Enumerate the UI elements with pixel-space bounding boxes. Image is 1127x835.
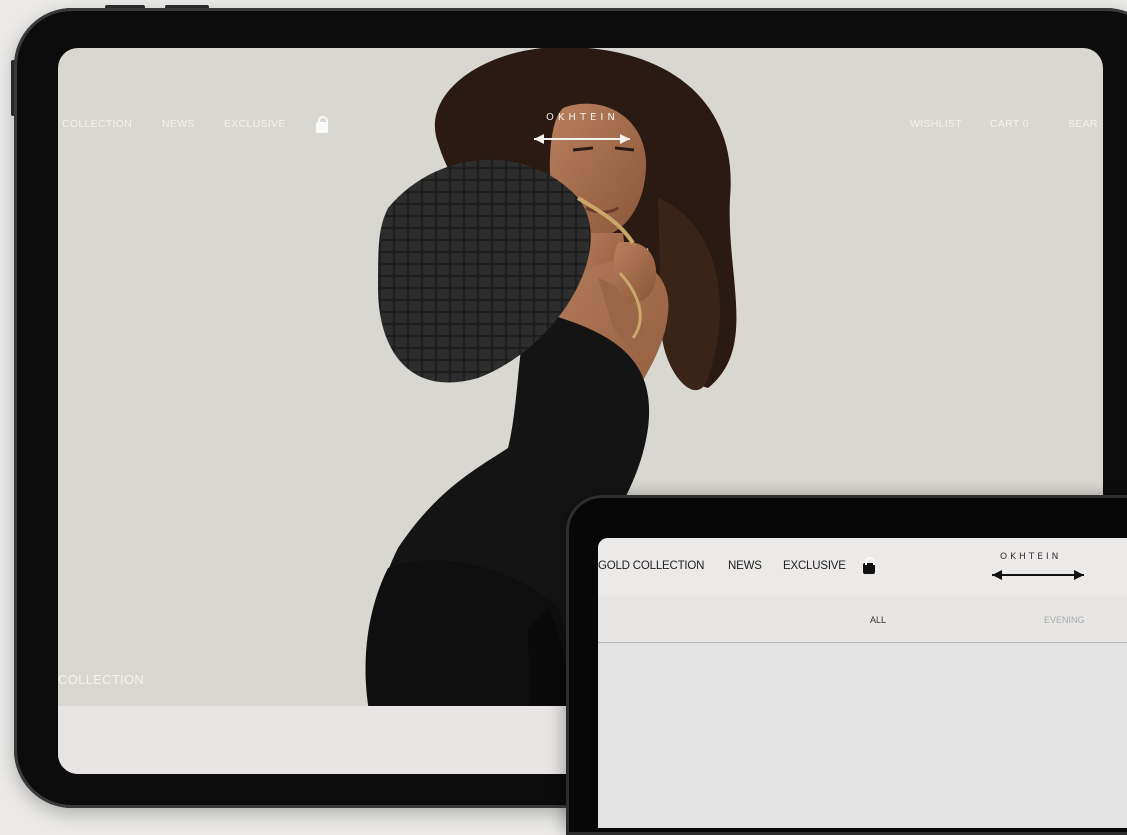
filter-tabs: ALL EVENING xyxy=(598,596,1127,643)
nav-search[interactable]: SEAR xyxy=(1068,118,1098,130)
nav-news[interactable]: NEWS xyxy=(728,560,762,572)
nav-collection[interactable]: COLLECTION xyxy=(62,118,132,130)
logo-arrow-tail-icon xyxy=(620,134,630,144)
logo-arrow-head-icon xyxy=(534,134,544,144)
nav-gold-collection[interactable]: GOLD COLLECTION xyxy=(598,560,704,572)
logo-arrow-head-icon xyxy=(992,570,1002,580)
logo-arrow-tail-icon xyxy=(1074,570,1084,580)
front-tablet-screen: GOLD COLLECTION NEWS EXCLUSIVE OKHTEIN A… xyxy=(598,538,1127,828)
lock-icon[interactable] xyxy=(316,116,328,133)
filter-all[interactable]: ALL xyxy=(870,615,886,625)
nav-exclusive[interactable]: EXCLUSIVE xyxy=(783,560,846,572)
logo-text: OKHTEIN xyxy=(546,112,619,123)
logo-arrow-icon xyxy=(534,138,630,140)
front-site-nav: GOLD COLLECTION NEWS EXCLUSIVE OKHTEIN xyxy=(598,538,1127,596)
nav-wishlist[interactable]: WISHLIST xyxy=(910,118,962,130)
filter-evening[interactable]: EVENING xyxy=(1044,615,1085,625)
lock-icon[interactable] xyxy=(863,557,875,574)
logo-arrow-icon xyxy=(992,574,1084,576)
back-site-nav: COLLECTION NEWS EXCLUSIVE OKHTEIN WISHLI… xyxy=(58,112,1103,144)
logo-text: OKHTEIN xyxy=(1000,552,1062,562)
nav-exclusive[interactable]: EXCLUSIVE xyxy=(224,118,286,130)
nav-cart[interactable]: CART 0 xyxy=(990,118,1029,130)
hero-caption[interactable]: COLLECTION xyxy=(58,672,144,687)
nav-news[interactable]: NEWS xyxy=(162,118,195,130)
